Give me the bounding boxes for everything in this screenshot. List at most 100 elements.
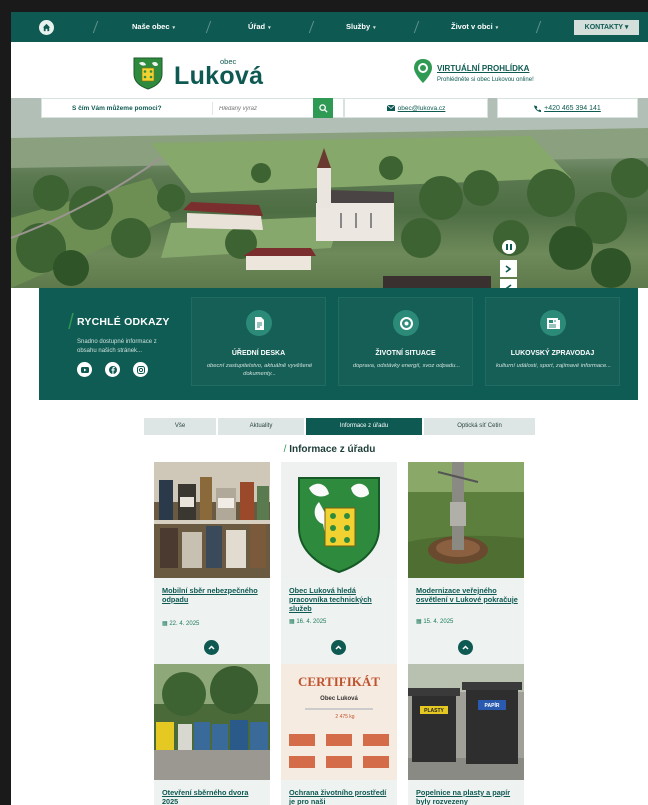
home-button[interactable] bbox=[39, 20, 54, 35]
youtube-icon bbox=[80, 366, 89, 373]
contacts-button[interactable]: KONTAKTY ▾ bbox=[574, 20, 639, 35]
nav-item-zivot-v-obci[interactable]: Život v obci ▾ bbox=[451, 12, 498, 42]
youtube-button[interactable] bbox=[77, 362, 92, 377]
location-pin-icon bbox=[414, 59, 432, 83]
search-bar: S čím Vám můžeme pomoci? bbox=[41, 98, 344, 118]
article-title-link[interactable]: Otevření sběrného dvora 2025 bbox=[162, 788, 264, 805]
top-navigation: Naše obec ▾ Úřad ▾ Služby ▾ Život v obci ▾ K… bbox=[11, 12, 648, 42]
news-tabs: Vše Aktuality Informace z úřadu Optická … bbox=[144, 418, 535, 435]
article-expand-button[interactable] bbox=[458, 640, 473, 655]
article-image bbox=[408, 462, 524, 578]
tab-informace-z-uradu[interactable]: Informace z úřadu bbox=[306, 418, 422, 435]
news-card[interactable]: Obec Luková hledá pracovníka technických… bbox=[281, 462, 397, 668]
article-title-link[interactable]: Popelnice na plasty a papír byly rozveze… bbox=[416, 788, 518, 805]
instagram-button[interactable] bbox=[133, 362, 148, 377]
nav-separator bbox=[205, 21, 212, 33]
newspaper-icon bbox=[540, 310, 566, 336]
chevron-up-icon bbox=[208, 645, 215, 650]
nav-label: Služby bbox=[346, 22, 371, 31]
virtual-tour-subtitle: Prohlédněte si obec Lukovou online! bbox=[437, 77, 534, 83]
nav-label: Naše obec bbox=[132, 22, 170, 31]
site-header: obec Luková VIRTUÁLNÍ PROHLÍDKA Prohlédn… bbox=[11, 42, 648, 98]
quick-links-description: Snadno dostupné informace z obsahu našic… bbox=[77, 339, 157, 354]
quick-link-description: kulturní události, sport, zajímavé infor… bbox=[495, 363, 612, 369]
section-title-text: Informace z úřadu bbox=[289, 444, 376, 455]
article-title-link[interactable]: Obec Luková hledá pracovníka technických… bbox=[289, 586, 391, 613]
news-card[interactable]: PLASTY PAPÍR Popelnice na plasty a papír… bbox=[408, 664, 524, 805]
article-date: ▦ 22. 4. 2025 bbox=[162, 620, 199, 627]
bin-label-papir: PAPÍR bbox=[485, 701, 500, 709]
nav-label: Život v obci bbox=[451, 22, 493, 31]
village-aerial-photo bbox=[11, 98, 648, 288]
tab-vse[interactable]: Vše bbox=[144, 418, 216, 435]
news-card[interactable]: Otevření sběrného dvora 2025 bbox=[154, 664, 270, 805]
chevron-right-icon bbox=[505, 264, 512, 273]
nav-separator bbox=[308, 21, 315, 33]
article-image bbox=[154, 462, 270, 578]
page: Naše obec ▾ Úřad ▾ Služby ▾ Život v obci ▾ K… bbox=[11, 12, 648, 805]
article-date-text: 22. 4. 2025 bbox=[169, 621, 200, 627]
quick-link-name: ŽIVOTNÍ SITUACE bbox=[375, 350, 436, 357]
next-slide-button[interactable] bbox=[500, 260, 517, 277]
quick-link-zivotni-situace[interactable]: ŽIVOTNÍ SITUACE doprava, odstávky energi… bbox=[338, 297, 473, 386]
news-card[interactable]: Modernizace veřejného osvětlení v Lukové… bbox=[408, 462, 524, 668]
chevron-down-icon: ▾ bbox=[373, 25, 376, 31]
article-image bbox=[281, 462, 397, 578]
pause-icon bbox=[506, 244, 512, 250]
article-expand-button[interactable] bbox=[204, 640, 219, 655]
quick-link-name: LUKOVSKÝ ZPRAVODAJ bbox=[510, 350, 595, 357]
envelope-icon bbox=[386, 104, 395, 112]
chevron-up-icon bbox=[462, 645, 469, 650]
article-image: CERTIFIKÁT Obec Luková 2 475 kg bbox=[281, 664, 397, 780]
news-card[interactable]: CERTIFIKÁT Obec Luková 2 475 kg Ochrana … bbox=[281, 664, 397, 805]
virtual-tour-link[interactable]: VIRTUÁLNÍ PROHLÍDKA bbox=[437, 64, 529, 73]
site-title[interactable]: Luková bbox=[174, 62, 263, 91]
article-expand-button[interactable] bbox=[331, 640, 346, 655]
phone-link[interactable]: +420 465 394 141 bbox=[497, 98, 638, 118]
email-link[interactable]: obec@lukova.cz bbox=[344, 98, 488, 118]
nav-item-nase-obec[interactable]: Naše obec ▾ bbox=[132, 12, 175, 42]
document-icon bbox=[246, 310, 272, 336]
article-title-link[interactable]: Mobilní sběr nebezpečného odpadu bbox=[162, 586, 264, 604]
article-date: ▦ 16. 4. 2025 bbox=[289, 618, 326, 625]
certificate-org: Obec Luková bbox=[320, 696, 358, 702]
nav-label: Úřad bbox=[248, 22, 266, 31]
certificate-title: CERTIFIKÁT bbox=[298, 674, 380, 689]
article-title-link[interactable]: Ochrana životního prostředí je pro naši bbox=[289, 788, 391, 805]
phone-text: +420 465 394 141 bbox=[544, 105, 601, 112]
certificate-amount: 2 475 kg bbox=[335, 714, 354, 720]
quick-link-description: obecní zastupitelstvo, aktuálně vyvěšené… bbox=[206, 363, 313, 377]
chevron-up-icon bbox=[335, 645, 342, 650]
previous-slide-button[interactable] bbox=[500, 279, 517, 288]
chevron-down-icon: ▾ bbox=[268, 25, 271, 31]
phone-icon bbox=[534, 104, 542, 112]
nav-item-sluzby[interactable]: Služby ▾ bbox=[346, 12, 376, 42]
news-card[interactable]: Mobilní sběr nebezpečného odpadu ▦ 22. 4… bbox=[154, 462, 270, 668]
article-date-text: 15. 4. 2025 bbox=[423, 619, 454, 625]
nav-separator bbox=[92, 21, 99, 33]
nav-separator bbox=[535, 21, 542, 33]
search-input[interactable] bbox=[212, 102, 320, 115]
search-icon bbox=[318, 103, 328, 113]
facebook-button[interactable] bbox=[105, 362, 120, 377]
search-question: S čím Vám můžeme pomoci? bbox=[72, 105, 162, 112]
quick-links-panel: RYCHLÉ ODKAZY Snadno dostupné informace … bbox=[39, 288, 638, 400]
search-button[interactable] bbox=[313, 98, 333, 118]
coat-of-arms-logo[interactable] bbox=[132, 56, 164, 90]
pause-slideshow-button[interactable] bbox=[502, 240, 516, 254]
hero-image bbox=[11, 98, 648, 288]
quick-link-lukovsky-zpravodaj[interactable]: LUKOVSKÝ ZPRAVODAJ kulturní události, sp… bbox=[485, 297, 620, 386]
quick-link-uredni-deska[interactable]: ÚŘEDNÍ DESKA obecní zastupitelstvo, aktu… bbox=[191, 297, 326, 386]
article-title-link[interactable]: Modernizace veřejného osvětlení v Lukové… bbox=[416, 586, 518, 604]
slash-decoration-icon bbox=[68, 313, 74, 329]
article-image bbox=[154, 664, 270, 780]
bin-label-plasty: PLASTY bbox=[424, 708, 444, 714]
article-image: PLASTY PAPÍR bbox=[408, 664, 524, 780]
nav-item-urad[interactable]: Úřad ▾ bbox=[248, 12, 271, 42]
chevron-down-icon: ▾ bbox=[172, 25, 176, 31]
article-date: ▦ 15. 4. 2025 bbox=[416, 618, 453, 625]
tab-opticka-sit-cetin[interactable]: Optická síť Cetin bbox=[424, 418, 535, 435]
quick-links-intro: RYCHLÉ ODKAZY Snadno dostupné informace … bbox=[39, 288, 189, 400]
facebook-icon bbox=[108, 365, 117, 374]
tab-aktuality[interactable]: Aktuality bbox=[218, 418, 304, 435]
